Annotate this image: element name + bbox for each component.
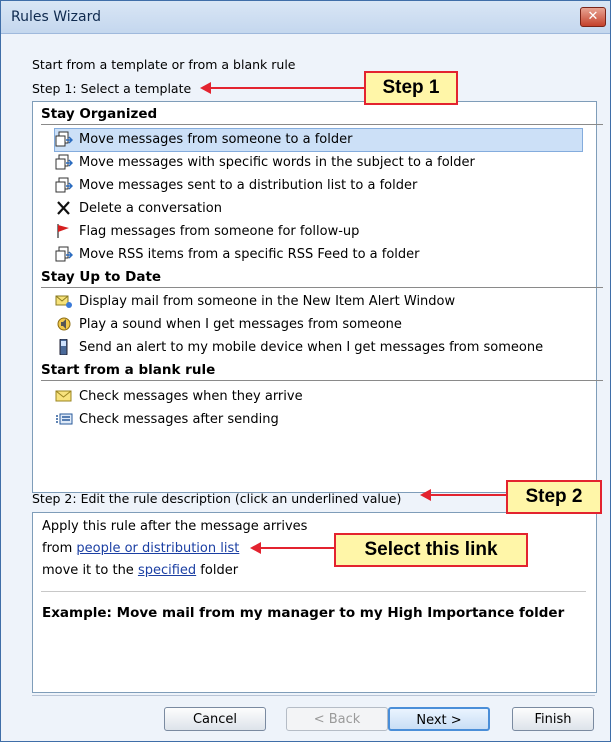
- template-item-label: Check messages after sending: [79, 412, 279, 427]
- move-to-folder-icon: [55, 154, 74, 170]
- template-item-label: Display mail from someone in the New Ite…: [79, 294, 456, 309]
- step1-label: Step 1: Select a template: [32, 81, 192, 96]
- group-header-blank-rule: Start from a blank rule: [41, 362, 603, 381]
- template-item-move-specific-words[interactable]: Move messages with specific words in the…: [55, 152, 583, 174]
- speaker-icon: [55, 316, 73, 332]
- move-to-folder-icon: [55, 131, 74, 147]
- description-move-text: move it to the: [42, 563, 138, 578]
- template-item-label: Flag messages from someone for follow-up: [79, 224, 360, 239]
- mobile-phone-icon: [55, 338, 73, 355]
- button-divider: [32, 695, 595, 696]
- template-item-mobile-alert[interactable]: Send an alert to my mobile device when I…: [55, 337, 583, 359]
- close-icon: ✕: [587, 9, 599, 24]
- description-line-1: Apply this rule after the message arrive…: [42, 519, 308, 534]
- step2-label: Step 2: Edit the rule description (click…: [32, 491, 402, 506]
- step2-callout: Step 2: [506, 480, 602, 514]
- template-item-check-arrive[interactable]: Check messages when they arrive: [55, 386, 583, 408]
- select-link-callout: Select this link: [334, 533, 528, 567]
- template-item-delete-conversation[interactable]: Delete a conversation: [55, 198, 583, 220]
- select-link-arrow-line: [259, 547, 335, 549]
- window-title: Rules Wizard: [11, 9, 101, 25]
- template-item-label: Move messages from someone to a folder: [79, 132, 353, 147]
- title-bar: Rules Wizard ✕: [1, 1, 610, 34]
- step1-arrow-line: [209, 87, 365, 89]
- template-item-new-item-alert[interactable]: Display mail from someone in the New Ite…: [55, 291, 583, 313]
- close-button[interactable]: ✕: [580, 7, 606, 27]
- envelope-icon: [55, 388, 73, 404]
- template-item-label: Move RSS items from a specific RSS Feed …: [79, 247, 420, 262]
- delete-x-icon: [55, 200, 73, 216]
- description-line-3: move it to the specified folder: [42, 563, 238, 578]
- alert-window-icon: [55, 293, 73, 309]
- template-item-label: Move messages with specific words in the…: [79, 155, 475, 170]
- rules-wizard-window: Rules Wizard ✕ Start from a template or …: [0, 0, 611, 742]
- group-header-stay-organized: Stay Organized: [41, 106, 603, 125]
- template-list[interactable]: Stay Organized Move messages from someon…: [32, 101, 603, 493]
- finish-button[interactable]: Finish: [512, 707, 594, 731]
- example-text: Example: Move mail from my manager to my…: [42, 605, 565, 621]
- red-flag-icon: [55, 223, 73, 239]
- description-folder-text: folder: [196, 563, 239, 578]
- template-item-label: Move messages sent to a distribution lis…: [79, 178, 418, 193]
- template-item-check-sending[interactable]: Check messages after sending: [55, 409, 583, 431]
- template-item-label: Delete a conversation: [79, 201, 222, 216]
- template-item-label: Play a sound when I get messages from so…: [79, 317, 402, 332]
- description-line-2: from people or distribution list: [42, 541, 239, 556]
- cancel-button[interactable]: Cancel: [164, 707, 266, 731]
- template-item-label: Send an alert to my mobile device when I…: [79, 340, 544, 355]
- move-to-folder-icon: [55, 177, 74, 193]
- move-to-folder-icon: [55, 246, 74, 262]
- sent-list-icon: [55, 411, 73, 427]
- group-header-stay-up-to-date: Stay Up to Date: [41, 269, 603, 288]
- specified-folder-link[interactable]: specified: [138, 563, 196, 578]
- template-item-move-distribution-list[interactable]: Move messages sent to a distribution lis…: [55, 175, 583, 197]
- step2-arrow-line: [429, 494, 507, 496]
- description-divider: [41, 591, 586, 592]
- template-item-flag-followup[interactable]: Flag messages from someone for follow-up: [55, 221, 583, 243]
- next-button[interactable]: Next >: [388, 707, 490, 731]
- template-item-play-sound[interactable]: Play a sound when I get messages from so…: [55, 314, 583, 336]
- template-item-label: Check messages when they arrive: [79, 389, 303, 404]
- description-from-text: from: [42, 541, 77, 556]
- template-item-move-from-someone[interactable]: Move messages from someone to a folder: [54, 128, 583, 152]
- intro-text: Start from a template or from a blank ru…: [32, 57, 296, 72]
- back-button[interactable]: < Back: [286, 707, 388, 731]
- people-or-distribution-list-link[interactable]: people or distribution list: [76, 541, 239, 556]
- step1-callout: Step 1: [364, 71, 458, 105]
- template-item-move-rss[interactable]: Move RSS items from a specific RSS Feed …: [55, 244, 583, 266]
